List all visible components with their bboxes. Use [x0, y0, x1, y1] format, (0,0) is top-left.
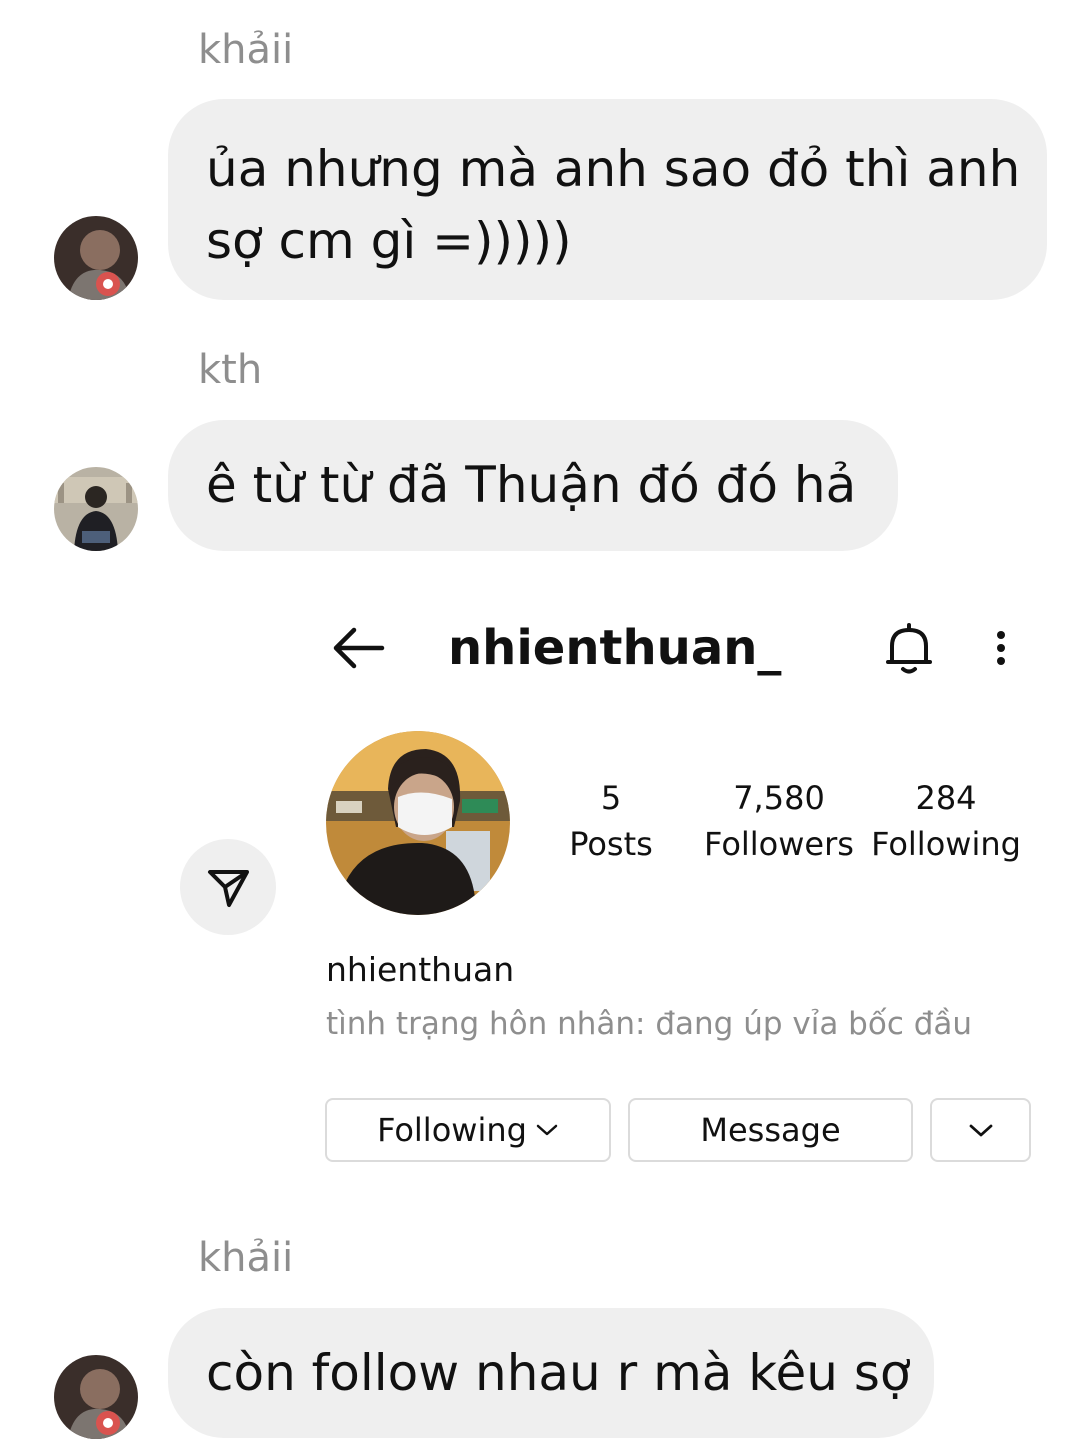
avatar[interactable]	[54, 467, 138, 551]
message-text-line: ê từ từ đã Thuận đó đó hả	[206, 456, 857, 514]
avatar[interactable]	[54, 1355, 138, 1439]
chevron-down-icon	[536, 1124, 558, 1136]
bell-icon	[886, 623, 932, 674]
stat-followers[interactable]: 7,580 Followers	[694, 778, 864, 870]
following-button-label: Following	[377, 1111, 527, 1149]
message-button[interactable]: Message	[628, 1098, 913, 1162]
avatar-image	[54, 467, 138, 551]
stat-label: Followers	[704, 825, 854, 863]
suggested-dropdown-button[interactable]	[930, 1098, 1031, 1162]
stat-following[interactable]: 284 Following	[861, 778, 1031, 870]
avatar[interactable]	[54, 216, 138, 300]
sender-name: khảii	[198, 27, 294, 73]
message-text-line: ủa nhưng mà anh sao đỏ thì anh	[206, 140, 1021, 198]
stat-value: 5	[600, 779, 622, 817]
following-button[interactable]: Following	[325, 1098, 611, 1162]
profile-bio: tình trạng hôn nhân: đang úp vỉa bốc đầu	[326, 1006, 973, 1042]
message-text-line: còn follow nhau r mà kêu sợ	[206, 1344, 911, 1402]
message-bubble[interactable]: ê từ từ đã Thuận đó đó hả	[168, 420, 898, 551]
send-icon	[208, 870, 249, 907]
profile-photo	[326, 731, 510, 915]
stat-value: 7,580	[733, 779, 825, 817]
profile-picture[interactable]	[326, 731, 510, 915]
back-button[interactable]	[330, 624, 386, 672]
avatar-image	[54, 1355, 138, 1439]
shared-profile-card[interactable]: nhienthuan_ 5 Posts 7,580 Followers 284 …	[318, 600, 1048, 1190]
message-button-label: Message	[700, 1111, 841, 1149]
stat-value: 284	[915, 779, 977, 817]
more-options-button[interactable]	[986, 626, 1016, 670]
message-bubble[interactable]: còn follow nhau r mà kêu sợ	[168, 1308, 934, 1438]
notifications-button[interactable]	[884, 622, 934, 676]
sender-name: khảii	[198, 1235, 294, 1281]
share-button[interactable]	[180, 839, 276, 935]
sender-name: kth	[198, 347, 263, 393]
message-text-line: sợ cm gì =)))))	[206, 212, 572, 270]
stat-label: Posts	[569, 825, 653, 863]
message-bubble[interactable]: ủa nhưng mà anh sao đỏ thì anh sợ cm gì …	[168, 99, 1047, 300]
chevron-down-icon	[969, 1124, 992, 1137]
profile-display-name: nhienthuan	[326, 950, 515, 989]
more-vertical-icon	[997, 631, 1005, 665]
profile-username: nhienthuan_	[448, 620, 782, 676]
stat-label: Following	[871, 825, 1021, 863]
arrow-left-icon	[333, 627, 385, 669]
avatar-image	[54, 216, 138, 300]
stat-posts[interactable]: 5 Posts	[526, 778, 696, 870]
